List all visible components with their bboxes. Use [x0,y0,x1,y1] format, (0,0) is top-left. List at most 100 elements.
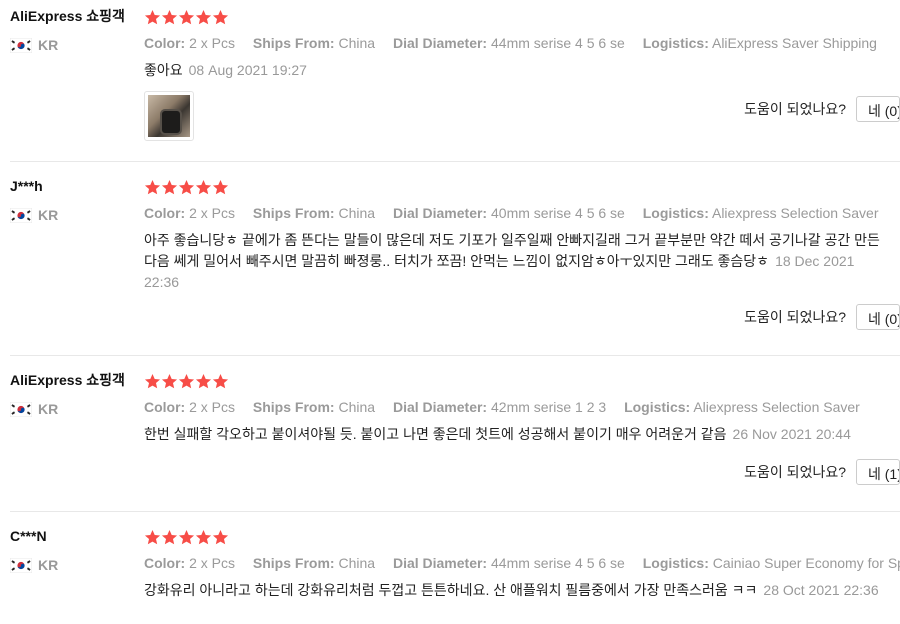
helpful-vote: 도움이 되었나요? 네 (0) [744,96,900,122]
option-value: 2 x Pcs [189,205,236,221]
review-body: 한번 실패할 각오하고 붙이셔야될 듯. 붙이고 나면 좋은데 첫트에 성공해서… [144,426,727,442]
star-icon [212,373,229,390]
option-value: 2 x Pcs [189,35,236,51]
review-body: 아주 좋습니당ㅎ 끝에가 좀 뜬다는 말들이 많은데 저도 기포가 일주일째 안… [144,232,880,269]
review-photo [148,95,190,137]
reviewer-name: C***N [10,528,47,544]
option-label: Ships From: [252,399,335,415]
star-icon [144,529,161,546]
reviewer-country: KR [10,401,140,417]
helpful-yes-button[interactable]: 네 (1) [856,459,900,485]
korea-flag-icon [10,38,32,53]
watch-image [160,109,182,135]
helpful-label: 도움이 되었나요? [744,101,846,117]
option-label: Color: [144,35,186,51]
review-date: 26 Nov 2021 20:44 [732,426,851,442]
product-options: Color: 2 x Pcs Ships From: China Dial Di… [144,204,900,222]
helpful-yes-button[interactable]: 네 (0) [856,304,900,330]
star-icon [195,179,212,196]
reviewer-country: KR [10,557,140,573]
review-photo-thumbnail[interactable] [144,91,194,141]
star-icon [212,529,229,546]
star-icon [161,179,178,196]
korea-flag-icon [10,208,32,223]
korea-flag-icon [10,558,32,573]
star-icon [212,9,229,26]
star-icon [161,9,178,26]
review-text: 아주 좋습니당ㅎ 끝에가 좀 뜬다는 말들이 많은데 저도 기포가 일주일째 안… [144,230,900,293]
option-value: AliExpress Saver Shipping [711,35,877,51]
option-value: 44mm serise 4 5 6 se [491,35,625,51]
korea-flag-icon [10,402,32,417]
helpful-label: 도움이 되었나요? [744,464,846,480]
country-code: KR [38,401,59,417]
country-code: KR [38,37,59,53]
option-value: Aliexpress Selection Saver [711,205,879,221]
reviewer-name: AliExpress 쇼핑객 [10,8,125,24]
option-value: Aliexpress Selection Saver [693,399,860,415]
reviewer-info: J***h KR [10,177,140,223]
option-label: Ships From: [252,205,335,221]
option-value: 2 x Pcs [189,555,236,571]
helpful-yes-button[interactable]: 네 (0) [856,96,900,122]
star-icon [195,373,212,390]
option-value: 44mm serise 4 5 6 se [491,555,625,571]
option-label: Color: [144,555,186,571]
option-value: 42mm serise 1 2 3 [491,399,607,415]
reviewer-country: KR [10,207,140,223]
option-value: Cainiao Super Economy for Special Goods [712,555,900,571]
option-label: Color: [144,205,186,221]
star-icon [161,529,178,546]
review-body: 강화유리 아니라고 하는데 강화유리처럼 두껍고 튼튼하네요. 산 애플워치 필… [144,582,758,598]
option-label: Logistics: [642,35,709,51]
reviewer-info: AliExpress 쇼핑객 KR [10,371,140,417]
option-value: China [338,555,376,571]
review-item: AliExpress 쇼핑객 KR Color: 2 x Pcs Ships F… [10,0,900,162]
star-rating [144,8,900,26]
star-rating [144,528,900,546]
option-label: Logistics: [624,399,691,415]
star-icon [178,179,195,196]
review-text: 강화유리 아니라고 하는데 강화유리처럼 두껍고 튼튼하네요. 산 애플워치 필… [144,580,900,601]
review-item: C***N KR Color: 2 x Pcs Ships From: Chin… [10,512,900,624]
star-icon [178,373,195,390]
product-options: Color: 2 x Pcs Ships From: China Dial Di… [144,398,900,416]
star-icon [212,179,229,196]
option-label: Logistics: [642,555,709,571]
helpful-label: 도움이 되었나요? [744,309,846,325]
review-date: 08 Aug 2021 19:27 [188,62,307,78]
option-label: Ships From: [252,35,335,51]
option-label: Dial Diameter: [392,35,488,51]
product-options: Color: 2 x Pcs Ships From: China Dial Di… [144,34,900,52]
option-label: Color: [144,399,186,415]
star-rating [144,178,900,196]
option-label: Dial Diameter: [392,555,488,571]
option-label: Ships From: [252,555,335,571]
helpful-vote: 도움이 되었나요? 네 (0) [744,304,900,330]
option-label: Dial Diameter: [392,205,488,221]
review-item: J***h KR Color: 2 x Pcs Ships From: Chin… [10,162,900,356]
option-value: China [338,35,376,51]
star-icon [144,9,161,26]
star-icon [195,9,212,26]
star-icon [144,373,161,390]
review-text: 좋아요 08 Aug 2021 19:27 [144,60,900,81]
reviewer-name: J***h [10,178,43,194]
review-body: 좋아요 [144,62,183,78]
option-value: 40mm serise 4 5 6 se [491,205,625,221]
reviewer-info: C***N KR [10,527,140,573]
star-icon [195,529,212,546]
star-rating [144,372,900,390]
reviewer-country: KR [10,37,140,53]
review-text: 한번 실패할 각오하고 붙이셔야될 듯. 붙이고 나면 좋은데 첫트에 성공해서… [144,424,900,445]
country-code: KR [38,557,59,573]
option-label: Logistics: [642,205,709,221]
star-icon [144,179,161,196]
star-icon [178,9,195,26]
product-options: Color: 2 x Pcs Ships From: China Dial Di… [144,554,900,572]
review-item: AliExpress 쇼핑객 KR Color: 2 x Pcs Ships F… [10,356,900,512]
option-value: China [338,205,376,221]
reviewer-name: AliExpress 쇼핑객 [10,372,125,388]
option-label: Dial Diameter: [392,399,488,415]
reviewer-info: AliExpress 쇼핑객 KR [10,7,140,53]
